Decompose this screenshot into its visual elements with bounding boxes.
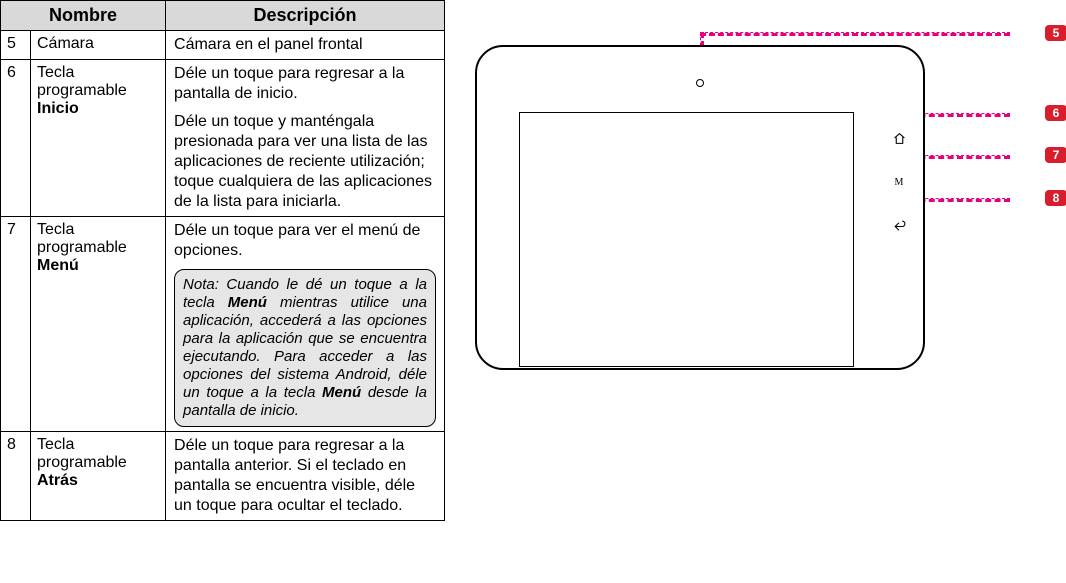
- table-row: 5 Cámara Cámara en el panel frontal: [1, 31, 445, 60]
- parts-table-container: Nombre Descripción 5 Cámara Cámara en el…: [0, 0, 445, 583]
- leader-line: [910, 198, 1010, 202]
- note-bold: Menú: [322, 384, 361, 401]
- desc-text: Déle un toque para regresar a la pantall…: [174, 436, 436, 516]
- row-desc: Cámara en el panel frontal: [166, 31, 445, 60]
- desc-text: Cámara en el panel frontal: [174, 35, 436, 55]
- menu-icon: M: [892, 176, 906, 190]
- desc-text: Déle un toque para regresar a la pantall…: [174, 64, 436, 104]
- row-name: Cámara: [31, 31, 166, 60]
- tablet-diagram-container: M 5 6 7 8: [445, 0, 1066, 583]
- table-row: 8 Tecla programable Atrás Déle un toque …: [1, 432, 445, 521]
- home-icon: [892, 132, 906, 146]
- leader-line: [910, 113, 1010, 117]
- name-bold: Menú: [37, 257, 79, 274]
- name-text: Tecla programable: [37, 221, 127, 256]
- row-desc: Déle un toque para ver el menú de opcion…: [166, 217, 445, 432]
- row-num: 5: [1, 31, 31, 60]
- leader-line: [910, 155, 1010, 159]
- note-box: Nota: Cuando le dé un toque a la tecla M…: [174, 269, 436, 427]
- row-num: 7: [1, 217, 31, 432]
- callout-badge-7: 7: [1045, 147, 1066, 163]
- callout-badge-5: 5: [1045, 25, 1066, 41]
- row-num: 6: [1, 60, 31, 217]
- row-name: Tecla programable Menú: [31, 217, 166, 432]
- tablet-screen: [519, 112, 854, 367]
- callout-badge-8: 8: [1045, 190, 1066, 206]
- row-name: Tecla programable Inicio: [31, 60, 166, 217]
- desc-text: Déle un toque para ver el menú de opcion…: [174, 221, 436, 261]
- name-bold: Atrás: [37, 472, 78, 489]
- header-name: Nombre: [1, 1, 166, 31]
- row-desc: Déle un toque para regresar a la pantall…: [166, 60, 445, 217]
- row-num: 8: [1, 432, 31, 521]
- leader-line: [700, 32, 1010, 36]
- softkey-column: M: [892, 132, 906, 234]
- name-text: Tecla programable: [37, 64, 127, 99]
- callout-badge-6: 6: [1045, 105, 1066, 121]
- tablet-diagram: M 5 6 7 8: [475, 25, 1045, 425]
- parts-table: Nombre Descripción 5 Cámara Cámara en el…: [0, 0, 445, 521]
- table-row: 6 Tecla programable Inicio Déle un toque…: [1, 60, 445, 217]
- table-row: 7 Tecla programable Menú Déle un toque p…: [1, 217, 445, 432]
- desc-text: Déle un toque y manténgala presionada pa…: [174, 112, 436, 212]
- camera-icon: [696, 79, 704, 87]
- back-icon: [892, 220, 906, 234]
- row-desc: Déle un toque para regresar a la pantall…: [166, 432, 445, 521]
- note-bold: Menú: [228, 294, 267, 311]
- name-bold: Inicio: [37, 100, 79, 117]
- header-desc: Descripción: [166, 1, 445, 31]
- tablet-body: M: [475, 45, 925, 370]
- name-text: Tecla programable: [37, 436, 127, 471]
- row-name: Tecla programable Atrás: [31, 432, 166, 521]
- name-text: Cámara: [37, 35, 94, 52]
